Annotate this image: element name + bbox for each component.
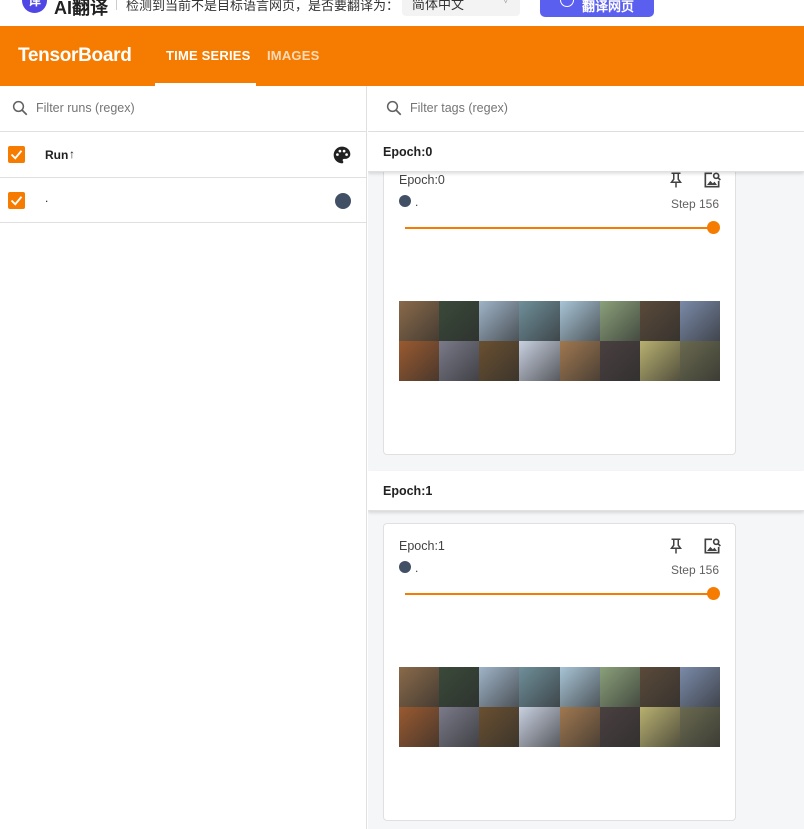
image-thumbnail [439,301,480,341]
checkmark-icon [10,150,23,160]
brand-title: TensorBoard [18,45,132,66]
pin-icon[interactable] [667,170,685,190]
app-header: TensorBoard TIME SERIES IMAGES [0,26,804,86]
translate-message: 检测到当前不是目标语言网页，是否要翻译为： [126,0,400,13]
run-color-dot [399,195,411,207]
tab-time-series[interactable]: TIME SERIES [166,48,251,63]
sort-arrow-icon[interactable]: ↑ [69,147,75,161]
image-thumbnail [679,667,720,707]
palette-icon[interactable] [332,145,352,165]
image-thumbnail [679,301,720,341]
legend-run-name: . [415,195,419,209]
runs-sidebar: Run ↑ . [0,86,367,829]
checkmark-icon [10,196,23,206]
image-grid [399,301,720,381]
image-thumbnail [479,301,520,341]
select-all-checkbox[interactable] [8,146,25,163]
legend-run-name: . [415,561,419,575]
image-grid [399,667,720,747]
group-header[interactable]: Epoch:0 [368,132,804,172]
run-column-label[interactable]: Run [45,148,68,162]
image-thumbnail [519,667,560,707]
image-thumbnail [559,341,600,381]
image-thumbnail [559,301,600,341]
tag-filter [368,86,804,132]
step-label: Step 156 [670,197,719,211]
run-table-header: Run ↑ [0,132,366,178]
step-label: Step 156 [670,563,719,577]
image-thumbnail [599,301,640,341]
tag-filter-input[interactable] [410,98,750,118]
image-thumbnail [439,667,480,707]
image-thumbnail [399,667,440,707]
step-slider-thumb[interactable] [707,221,720,234]
image-thumbnail [599,707,640,747]
card-title: Epoch:1 [399,539,445,553]
translate-brand: AI翻译 [54,0,108,18]
image-thumbnail [479,667,520,707]
translate-bar: 译 AI翻译 检测到当前不是目标语言网页，是否要翻译为： 简体中文 ▽ 翻译网页 [0,0,804,26]
image-thumbnail [639,707,680,747]
group-header[interactable]: Epoch:1 [368,471,804,511]
run-color-swatch[interactable] [335,193,351,209]
step-slider-track[interactable] [405,593,713,595]
translate-logo-icon: 译 [22,0,47,13]
run-filter-input[interactable] [36,98,336,118]
translate-icon [560,0,574,7]
image-thumbnail [679,707,720,747]
chevron-down-icon: ▽ [502,0,510,5]
card-title: Epoch:0 [399,173,445,187]
image-thumbnail [439,707,480,747]
language-select[interactable]: 简体中文 ▽ [402,0,520,16]
image-thumbnail [639,667,680,707]
translate-divider [116,0,117,10]
run-checkbox[interactable] [8,192,25,209]
main-panel: Epoch:0 Epoch:0 . Step 156 Epoch:1 Epoch… [368,86,804,829]
search-icon [386,100,402,116]
image-thumbnail [479,341,520,381]
image-thumbnail [599,667,640,707]
image-card: Epoch:1 . Step 156 [383,523,736,821]
zoom-image-icon[interactable] [702,170,722,190]
run-color-dot [399,561,411,573]
image-thumbnail [679,341,720,381]
image-thumbnail [479,707,520,747]
run-row[interactable]: . [0,178,366,223]
group-title: Epoch:0 [383,145,433,159]
search-icon [12,100,28,116]
image-thumbnail [559,667,600,707]
language-select-value: 简体中文 [412,0,465,12]
image-thumbnail [519,341,560,381]
run-name: . [45,191,49,205]
group-title: Epoch:1 [383,484,433,498]
translate-page-label: 翻译网页 [582,0,635,14]
image-thumbnail [399,707,440,747]
image-thumbnail [399,301,440,341]
pin-icon[interactable] [667,536,685,556]
step-slider-track[interactable] [405,227,713,229]
image-thumbnail [559,707,600,747]
image-thumbnail [399,341,440,381]
image-thumbnail [519,707,560,747]
zoom-image-icon[interactable] [702,536,722,556]
image-thumbnail [639,341,680,381]
image-thumbnail [519,301,560,341]
image-thumbnail [439,341,480,381]
image-thumbnail [599,341,640,381]
tab-images[interactable]: IMAGES [267,48,319,63]
step-slider-thumb[interactable] [707,587,720,600]
image-card: Epoch:0 . Step 156 [383,157,736,455]
run-filter [0,86,366,132]
image-thumbnail [639,301,680,341]
translate-page-button[interactable]: 翻译网页 [540,0,654,17]
